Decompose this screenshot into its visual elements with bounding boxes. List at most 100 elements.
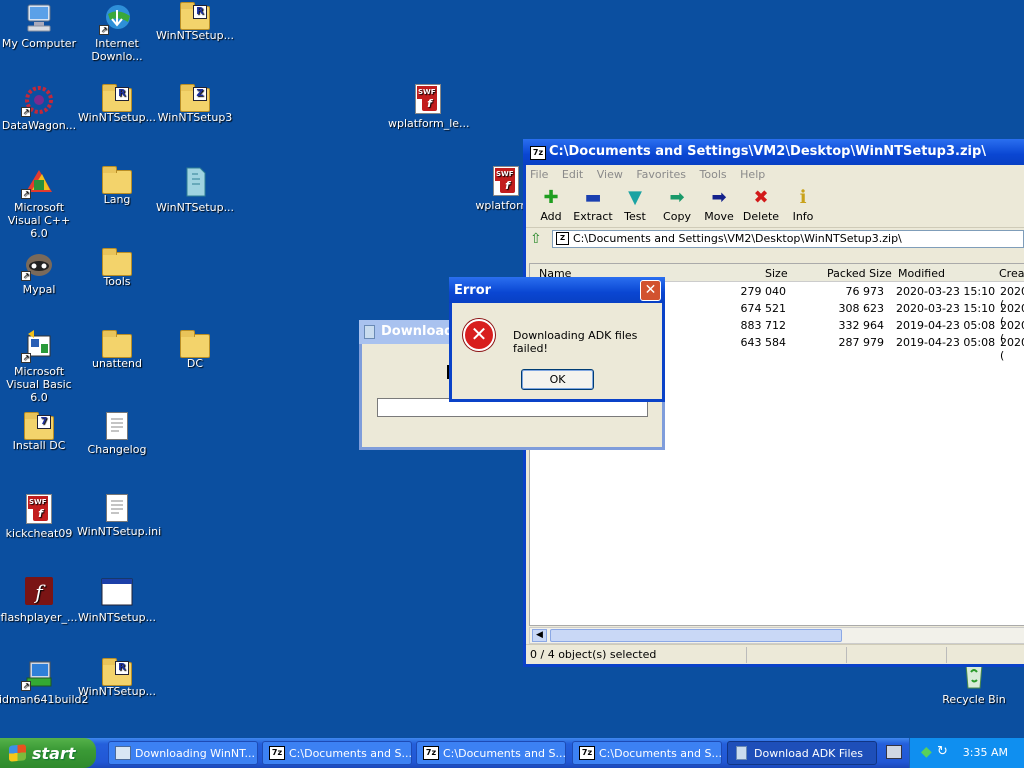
desktop-icon-visual-basic[interactable]: ↗ Microsoft Visual Basic 6.0 (0, 330, 79, 404)
row-modified: 2020-03-23 15:10 (896, 302, 996, 315)
folder-icon (102, 248, 132, 276)
desktop-icon-changelog[interactable]: Changelog (77, 412, 157, 456)
scroll-left-icon[interactable]: ◀ (532, 629, 547, 642)
desktop-icon-winntsetup3[interactable]: Z WinNTSetup3 (155, 84, 235, 124)
close-button[interactable]: ✕ (640, 280, 661, 301)
desktop-icon-label: DC (186, 357, 204, 370)
7zip-app-icon: 7z (269, 746, 285, 760)
menu-help[interactable]: Help (740, 168, 765, 181)
taskbar-item-download-adk[interactable]: Download ADK Files (727, 741, 877, 765)
text-file-icon (106, 412, 128, 440)
info-button[interactable]: ℹ Info (782, 184, 824, 227)
zip-folder-icon: Z (180, 84, 210, 112)
menu-tools[interactable]: Tools (700, 168, 727, 181)
network-icon[interactable]: ◆ (921, 744, 932, 760)
scrollbar-thumb[interactable] (550, 629, 842, 642)
desktop-icon-winntsetup-r0[interactable]: R WinNTSetup... (155, 2, 235, 42)
address-input[interactable]: Z C:\Documents and Settings\VM2\Desktop\… (552, 230, 1024, 248)
desktop-icon-install-dc[interactable]: 7 Install DC (0, 412, 79, 452)
system-tray: ◆ ↻ 3:35 AM (909, 738, 1024, 768)
row-size: 643 584 (740, 336, 787, 349)
desktop-icon-unattend[interactable]: unattend (77, 330, 157, 370)
shortcut-arrow-icon: ↗ (21, 353, 31, 363)
taskbar-item-7zip-2[interactable]: 7z C:\Documents and S... (416, 741, 566, 765)
zip-window-titlebar[interactable]: 7z C:\Documents and Settings\VM2\Desktop… (523, 139, 1024, 165)
clock[interactable]: 3:35 AM (963, 746, 1008, 759)
desktop-icon-label: wplatform_le... (388, 117, 470, 130)
desktop-icon-dc[interactable]: DC (155, 330, 235, 370)
menu-edit[interactable]: Edit (562, 168, 583, 181)
desktop-icon-winntsetup-r3[interactable]: R WinNTSetup... (77, 658, 157, 698)
move-button[interactable]: ➡ Move (698, 184, 740, 227)
add-button[interactable]: ✚ Add (530, 184, 572, 227)
desktop-icon-label: unattend (91, 357, 143, 370)
test-button[interactable]: ▼ Test (614, 184, 656, 227)
column-size[interactable]: Size (765, 267, 788, 280)
delete-button[interactable]: ✖ Delete (740, 184, 782, 227)
delete-x-icon: ✖ (753, 187, 769, 208)
desktop-icon-label: WinNTSetup... (77, 611, 157, 624)
shortcut-arrow-icon: ↗ (21, 189, 31, 199)
taskbar-item-7zip-1[interactable]: 7z C:\Documents and S... (262, 741, 412, 765)
desktop-icon-winntsetup-file[interactable]: WinNTSetup... (155, 166, 235, 214)
row-created: 2020-( (1000, 336, 1024, 362)
column-modified[interactable]: Modified (898, 267, 945, 280)
desktop-icon-label: Mypal (22, 283, 56, 296)
desktop-icon-winntsetup-ini[interactable]: WinNTSetup.ini (77, 494, 162, 538)
desktop-icon-label: Microsoft Visual C++ 6.0 (7, 201, 71, 240)
desktop-icon-my-computer[interactable]: My Computer (0, 2, 79, 50)
menu-view[interactable]: View (597, 168, 623, 181)
swf-file-icon: SWF f (415, 84, 441, 114)
menu-file[interactable]: File (530, 168, 548, 181)
column-packed-size[interactable]: Packed Size (827, 267, 892, 280)
error-dialog-titlebar[interactable]: Error ✕ (449, 277, 665, 303)
desktop-icon-mypal[interactable]: ↗ Mypal (0, 248, 79, 296)
task-label: C:\Documents and S... (599, 747, 722, 760)
update-icon[interactable]: ↻ (937, 744, 948, 759)
desktop-icon-label: WinNTSetup.ini (77, 525, 162, 538)
folder-icon: 7 (24, 412, 54, 440)
row-size: 674 521 (740, 302, 787, 315)
taskbar-item-7zip-3[interactable]: 7z C:\Documents and S... (572, 741, 722, 765)
desktop-icon-flashplayer[interactable]: f flashplayer_... (0, 576, 79, 624)
desktop-icon-label: idman641build2 (0, 693, 89, 706)
address-text: C:\Documents and Settings\VM2\Desktop\Wi… (573, 232, 902, 245)
error-dialog[interactable]: Error ✕ ✕ Downloading ADK files failed! … (449, 277, 665, 402)
zip-archive-icon: Z (556, 232, 569, 245)
desktop-icon-kickcheat09[interactable]: SWF f kickcheat09 (0, 494, 79, 540)
folder-icon (102, 166, 132, 194)
taskbar-item-downloading[interactable]: Downloading WinNT... (108, 741, 258, 765)
row-packed: 308 623 (838, 302, 885, 315)
desktop-icon-winntsetup-exe[interactable]: WinNTSetup... (77, 576, 157, 624)
desktop-icon-datawagon[interactable]: ↗ DataWagon... (0, 84, 79, 132)
desktop-icon-visual-cpp[interactable]: ↗ Microsoft Visual C++ 6.0 (0, 166, 79, 240)
error-dialog-title: Error (454, 283, 492, 298)
row-modified: 2019-04-23 05:08 (896, 336, 996, 349)
desktop-icon-lang[interactable]: Lang (77, 166, 157, 206)
copy-button[interactable]: ➡ Copy (656, 184, 698, 227)
column-created[interactable]: Creat (999, 267, 1024, 280)
desktop-icon-winntsetup-r1[interactable]: R WinNTSetup... (77, 84, 157, 124)
desktop-icon-label: WinNTSetup... (155, 201, 235, 214)
horizontal-scrollbar[interactable]: ◀ (529, 627, 1024, 644)
up-folder-icon[interactable]: ⇧ (530, 230, 552, 248)
desktop-icon-label: Recycle Bin (942, 693, 1006, 706)
desktop-icon-tools[interactable]: Tools (77, 248, 157, 288)
keyboard-icon[interactable] (886, 745, 902, 759)
desktop-icon-internet-download[interactable]: ↗ Internet Downlo... (77, 2, 157, 63)
copy-label: Copy (663, 210, 691, 223)
ok-button[interactable]: OK (521, 369, 594, 390)
idman-installer-icon: ↗ (21, 658, 56, 691)
7zip-app-icon: 7z (423, 746, 439, 760)
row-packed: 287 979 (838, 336, 885, 349)
desktop-icon-wplatform-le[interactable]: SWF f wplatform_le... (388, 84, 470, 130)
flash-player-icon: f (22, 576, 56, 608)
visual-basic-icon: ↗ (21, 330, 56, 363)
winrar-folder-icon: R (102, 84, 132, 112)
desktop-icon-idman[interactable]: ↗ idman641build2 (0, 658, 89, 706)
extract-button[interactable]: ▬ Extract (572, 184, 614, 227)
start-button[interactable]: start (0, 738, 96, 768)
r-badge-icon: R (115, 661, 129, 675)
close-icon: ✕ (644, 282, 657, 298)
menu-favorites[interactable]: Favorites (636, 168, 686, 181)
